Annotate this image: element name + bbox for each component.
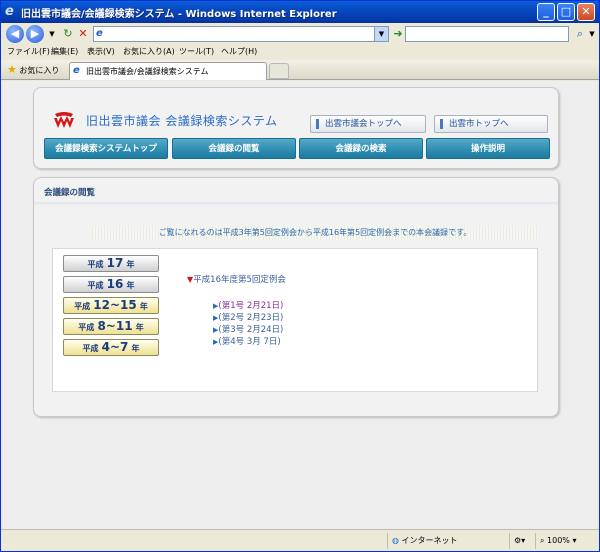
year-button-h8-11[interactable]: 平成 8~11 年 bbox=[63, 318, 159, 335]
header-panel: 旧出雲市議会 会議録検索システム 出雲市議会トップへ 出雲市トップへ 会議録検索… bbox=[33, 87, 559, 169]
year-button-h12-15[interactable]: 平成 12~15 年 bbox=[63, 297, 159, 314]
security-zone: ◍ インターネット bbox=[387, 533, 509, 549]
page-icon: e bbox=[96, 28, 103, 39]
ie-logo-icon: e bbox=[5, 4, 14, 19]
maximize-button[interactable]: □ bbox=[557, 3, 575, 21]
link-bar-icon bbox=[316, 119, 319, 129]
menu-view[interactable]: 表示(V) bbox=[87, 46, 115, 57]
zoom-control[interactable]: ⌕ 100% ▾ bbox=[535, 533, 597, 549]
section-title: 会議録の閲覧 bbox=[44, 188, 96, 198]
city-top-label: 出雲市トップへ bbox=[449, 119, 509, 129]
back-button[interactable]: ◀ bbox=[6, 25, 24, 43]
new-tab-button[interactable] bbox=[269, 63, 289, 79]
title-bar: e 旧出雲市議会/会議録検索システム - Windows Internet Ex… bbox=[1, 1, 599, 23]
globe-icon: ◍ bbox=[392, 536, 399, 545]
year-button-h17[interactable]: 平成 17 年 bbox=[63, 255, 159, 272]
session-link-2[interactable]: ▶(第2号 2月23日) bbox=[213, 311, 283, 323]
go-icon[interactable]: ➜ bbox=[391, 27, 405, 41]
menu-bar: ファイル(F) 編集(E) 表示(V) お気に入り(A) ツール(T) ヘルプ(… bbox=[1, 45, 599, 60]
menu-file[interactable]: ファイル(F) bbox=[7, 46, 50, 57]
zoom-dropdown-icon: ▾ bbox=[572, 536, 577, 545]
council-top-link[interactable]: 出雲市議会トップへ bbox=[310, 115, 426, 133]
page-content: 旧出雲市議会 会議録検索システム 出雲市議会トップへ 出雲市トップへ 会議録検索… bbox=[3, 81, 597, 529]
favorites-button[interactable]: ★ お気に入り bbox=[7, 63, 59, 76]
close-button[interactable]: ✕ bbox=[577, 3, 595, 21]
menu-edit[interactable]: 編集(E) bbox=[51, 46, 78, 57]
protected-mode-toggle[interactable]: ⚙▾ bbox=[509, 533, 535, 549]
address-bar-row: ◀ ▶ ▼ ↻ ✕ e ▼ ➜ ⌕ ▼ bbox=[1, 23, 599, 45]
address-dropdown-icon[interactable]: ▼ bbox=[374, 27, 388, 41]
zoom-icon: ⌕ bbox=[540, 536, 545, 545]
section-divider bbox=[34, 202, 558, 206]
refresh-icon[interactable]: ↻ bbox=[61, 27, 75, 41]
year-button-h16[interactable]: 平成 16 年 bbox=[63, 276, 159, 293]
menu-help[interactable]: ヘルプ(H) bbox=[221, 46, 257, 57]
window-title: 旧出雲市議会/会議録検索システム - Windows Internet Expl… bbox=[21, 9, 337, 20]
year-button-h4-7[interactable]: 平成 4~7 年 bbox=[63, 339, 159, 356]
tab-page-icon: e bbox=[73, 65, 80, 76]
search-options-icon[interactable]: ▼ bbox=[585, 27, 599, 41]
address-input[interactable]: e ▼ bbox=[93, 26, 389, 42]
browser-window: e 旧出雲市議会/会議録検索システム - Windows Internet Ex… bbox=[0, 0, 600, 552]
forward-button[interactable]: ▶ bbox=[26, 25, 44, 43]
session-title: ▼平成16年度第5回定例会 bbox=[187, 275, 286, 285]
availability-notice: ご覧になれるのは平成3年第5回定例会から平成16年第5回定例会までの本会議録です… bbox=[92, 226, 538, 240]
tab-bar: ★ お気に入り e 旧出雲市議会/会議録検索システム bbox=[1, 60, 599, 80]
browse-panel: 会議録の閲覧 ご覧になれるのは平成3年第5回定例会から平成16年第5回定例会まで… bbox=[33, 177, 559, 417]
settings-icon: ⚙▾ bbox=[514, 536, 526, 545]
stop-icon[interactable]: ✕ bbox=[76, 27, 90, 41]
nav-tab-help[interactable]: 操作説明 bbox=[426, 138, 550, 159]
session-link-3[interactable]: ▶(第3号 2月24日) bbox=[213, 323, 283, 335]
menu-tools[interactable]: ツール(T) bbox=[179, 46, 214, 57]
tab-label: 旧出雲市議会/会議録検索システム bbox=[86, 67, 209, 76]
browser-tab[interactable]: e 旧出雲市議会/会議録検索システム bbox=[69, 62, 267, 80]
session-link-1[interactable]: ▶(第1号 2月21日) bbox=[213, 299, 283, 311]
status-bar: ◍ インターネット ⚙▾ ⌕ 100% ▾ bbox=[1, 529, 599, 551]
city-top-link[interactable]: 出雲市トップへ bbox=[434, 115, 548, 133]
history-dropdown-icon[interactable]: ▼ bbox=[45, 27, 59, 41]
menu-favorites[interactable]: お気に入り(A) bbox=[123, 46, 175, 57]
nav-tab-system-top[interactable]: 会議録検索システムトップ bbox=[44, 138, 168, 159]
link-bar-icon bbox=[440, 119, 443, 129]
star-icon: ★ bbox=[7, 63, 17, 76]
city-logo-icon bbox=[54, 112, 74, 128]
nav-tab-browse[interactable]: 会議録の閲覧 bbox=[172, 138, 296, 159]
session-link-4[interactable]: ▶(第4号 3月 7日) bbox=[213, 335, 281, 347]
favorites-label: お気に入り bbox=[19, 66, 60, 75]
browse-box: 平成 17 年 平成 16 年 平成 12~15 年 平成 8~11 年 平成 … bbox=[52, 248, 538, 392]
site-title: 旧出雲市議会 会議録検索システム bbox=[86, 114, 278, 128]
nav-tab-search[interactable]: 会議録の検索 bbox=[299, 138, 423, 159]
council-top-label: 出雲市議会トップへ bbox=[325, 119, 402, 129]
minimize-button[interactable]: _ bbox=[537, 3, 555, 21]
search-input[interactable] bbox=[405, 26, 569, 42]
